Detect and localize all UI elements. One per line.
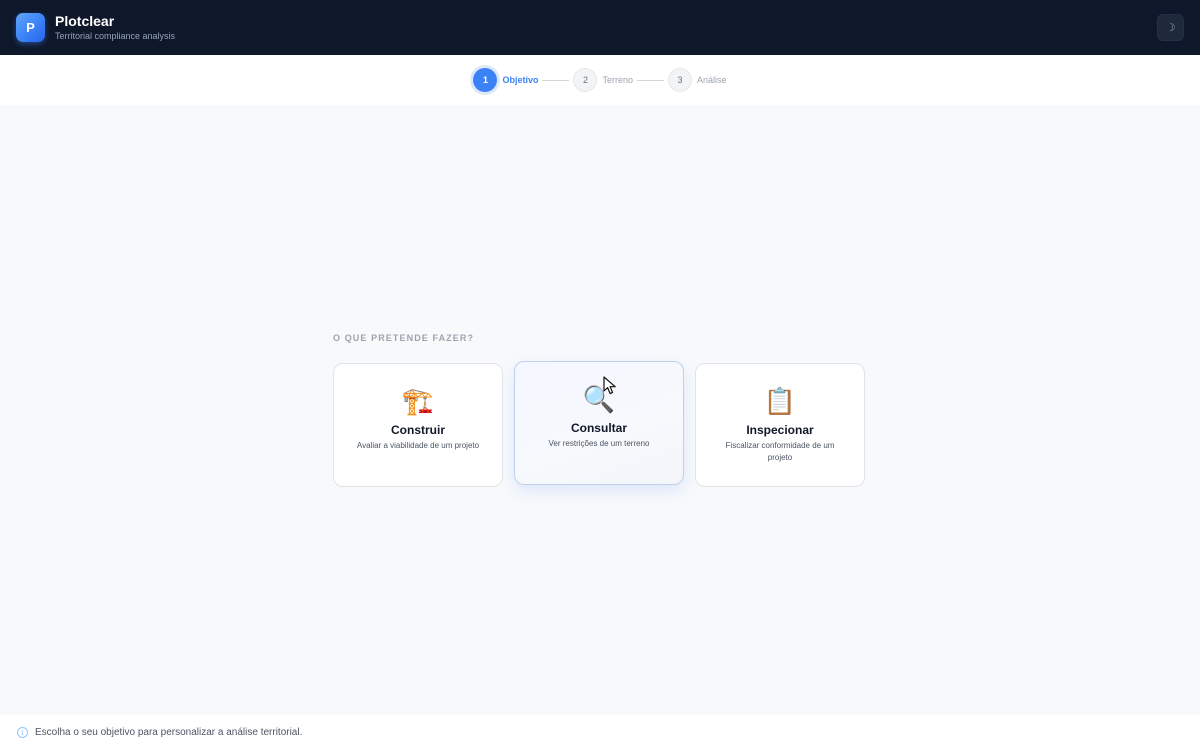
step-number: 2 [573, 68, 598, 92]
step-connector [542, 79, 570, 81]
step-label: Objetivo [502, 75, 539, 85]
moon-icon: ☽ [1165, 22, 1176, 34]
step-label: Análise [697, 75, 727, 85]
crane-icon: 🏗️ [401, 387, 435, 417]
app-subtitle: Territorial compliance analysis [55, 30, 176, 41]
step-analise[interactable]: 3 Análise [668, 68, 727, 92]
logo-letter: P [26, 20, 35, 35]
option-card-construir[interactable]: 🏗️ Construir Avaliar a viabilidade de um… [333, 363, 503, 487]
app-header: P Plotclear Territorial compliance analy… [0, 0, 1200, 55]
main-content: O QUE PRETENDE FAZER? 🏗️ Construir Avali… [0, 105, 1200, 715]
theme-toggle-button[interactable]: ☽ [1157, 14, 1184, 41]
brand: Plotclear Territorial compliance analysi… [55, 13, 175, 43]
section-heading: O QUE PRETENDE FAZER? [333, 333, 475, 343]
option-card-inspecionar[interactable]: 📋 Inspecionar Fiscalizar conformidade de… [695, 363, 865, 487]
magnifier-icon: 🔍 [582, 385, 616, 415]
option-card-consultar[interactable]: 🔍 Consultar Ver restrições de um terreno [514, 361, 684, 485]
step-terreno[interactable]: 2 Terreno [573, 68, 633, 92]
footer-message: Escolha o seu objetivo para personalizar… [35, 727, 303, 738]
option-title: Consultar [570, 421, 627, 435]
info-icon: i [17, 727, 28, 738]
footer-hint: i Escolha o seu objetivo para personaliz… [0, 715, 1200, 750]
app-logo: P [16, 13, 45, 42]
option-description: Ver restrições de um terreno [548, 439, 650, 448]
step-objetivo[interactable]: 1 Objetivo [473, 68, 538, 92]
step-number: 1 [473, 68, 498, 92]
option-title: Construir [391, 423, 445, 437]
step-number: 3 [668, 68, 692, 92]
step-connector [637, 79, 664, 81]
option-title: Inspecionar [746, 423, 814, 437]
option-description: Avaliar a viabilidade de um projeto [356, 441, 480, 450]
option-description: Fiscalizar conformidade de um projeto [725, 441, 835, 462]
step-label: Terreno [602, 75, 633, 85]
stepper: 1 Objetivo 2 Terreno 3 Análise [0, 55, 1200, 105]
app-title: Plotclear [55, 12, 115, 29]
clipboard-icon: 📋 [763, 387, 797, 417]
